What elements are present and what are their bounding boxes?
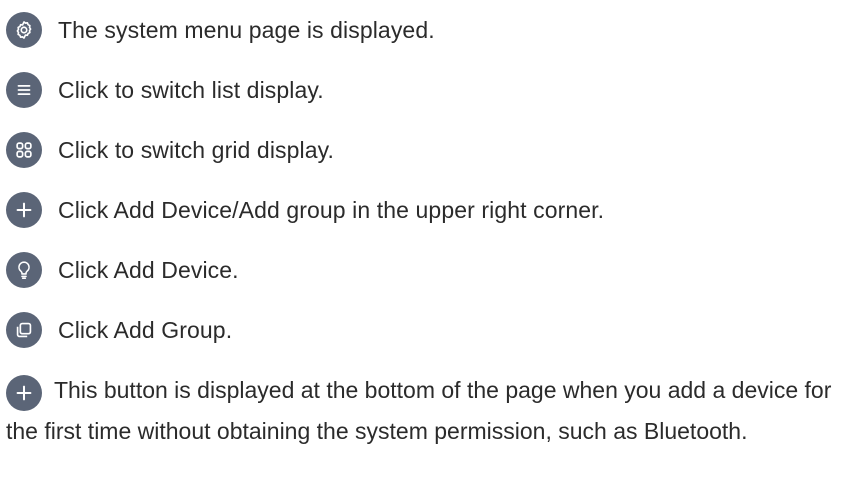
legend-item-settings: The system menu page is displayed. — [6, 10, 435, 50]
legend-text: Click to switch list display. — [58, 77, 324, 103]
legend-text: Click Add Device/Add group in the upper … — [58, 197, 605, 223]
legend-text: This button is displayed at the bottom o… — [6, 377, 832, 444]
settings-icon — [6, 12, 42, 48]
legend-item-add-group: Click Add Group. — [6, 310, 232, 350]
list-view-icon — [6, 72, 42, 108]
group-icon — [6, 312, 42, 348]
lightbulb-icon — [6, 252, 42, 288]
legend-item-add-device: Click Add Device. — [6, 250, 239, 290]
plus-icon — [6, 375, 42, 411]
legend-item-add: Click Add Device/Add group in the upper … — [6, 190, 604, 230]
grid-view-icon — [6, 132, 42, 168]
legend-text: The system menu page is displayed. — [58, 17, 435, 43]
legend-item-grid-view: Click to switch grid display. — [6, 130, 334, 170]
legend-item-list-view: Click to switch list display. — [6, 70, 324, 110]
legend-text: Click to switch grid display. — [58, 137, 335, 163]
legend-text: Click Add Device. — [58, 257, 239, 283]
plus-icon — [6, 192, 42, 228]
legend-text: Click Add Group. — [58, 317, 233, 343]
legend-item-first-time-add: This button is displayed at the bottom o… — [6, 370, 844, 451]
